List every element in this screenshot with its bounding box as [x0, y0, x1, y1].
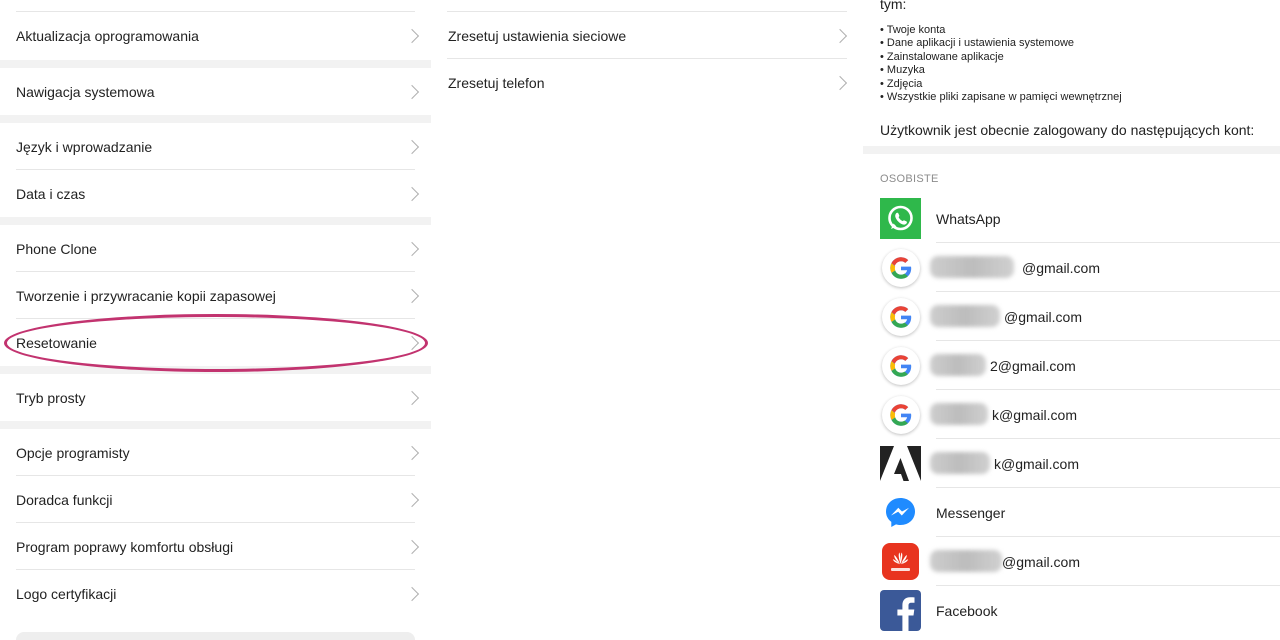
menu-item-feature-advisor[interactable]: Doradca funkcji	[0, 476, 431, 523]
list-item: Muzyka	[880, 64, 1122, 77]
account-row: @gmail.com	[863, 292, 1280, 341]
list-top-edge	[431, 0, 863, 12]
group-divider	[0, 60, 431, 68]
list-item: Dane aplikacji i ustawienia systemowe	[880, 37, 1122, 50]
account-row: k@gmail.com	[863, 439, 1280, 488]
menu-item-label: Tryb prosty	[16, 389, 86, 406]
account-row: @gmail.com	[863, 537, 1280, 586]
menu-item-backup-restore[interactable]: Tworzenie i przywracanie kopii zapasowej	[0, 272, 431, 319]
group-divider	[0, 366, 431, 374]
menu-item-label: Tworzenie i przywracanie kopii zapasowej	[16, 287, 276, 304]
google-icon	[880, 345, 921, 386]
google-icon	[880, 296, 921, 337]
google-icon	[880, 394, 921, 435]
menu-item-reset-network-settings[interactable]: Zresetuj ustawienia sieciowe	[431, 12, 863, 59]
account-row: Facebook	[863, 586, 1280, 635]
group-divider	[0, 115, 431, 123]
huawei-icon	[880, 541, 921, 582]
menu-item-label: Język i wprowadzanie	[16, 138, 153, 155]
menu-item-reset[interactable]: Resetowanie	[0, 319, 431, 366]
group-divider	[0, 421, 431, 429]
menu-item-label: Zresetuj telefon	[448, 74, 545, 91]
data-erase-list: Twoje konta Dane aplikacji i ustawienia …	[880, 24, 1122, 104]
account-row: Messenger	[863, 488, 1280, 537]
adobe-icon	[880, 443, 921, 484]
menu-item-language-input[interactable]: Język i wprowadzanie	[0, 123, 431, 170]
menu-item-label: Doradca funkcji	[16, 491, 113, 508]
facebook-icon	[880, 590, 921, 631]
account-name: Facebook	[936, 602, 998, 619]
group-divider	[0, 217, 431, 225]
menu-item-simple-mode[interactable]: Tryb prosty	[0, 374, 431, 421]
account-name: WhatsApp	[936, 210, 1001, 227]
menu-item-label: Data i czas	[16, 185, 86, 202]
reset-options-panel: Zresetuj ustawienia sieciowe Zresetuj te…	[431, 0, 863, 640]
menu-item-developer-options[interactable]: Opcje programisty	[0, 429, 431, 476]
whatsapp-icon	[880, 198, 921, 239]
account-email: k@gmail.com	[930, 402, 1077, 425]
list-top-edge	[0, 0, 431, 12]
group-divider	[863, 146, 1280, 154]
menu-item-label: Phone Clone	[16, 240, 97, 257]
menu-item-label: Resetowanie	[16, 334, 97, 351]
account-row: 2@gmail.com	[863, 341, 1280, 390]
menu-item-system-navigation[interactable]: Nawigacja systemowa	[0, 68, 431, 115]
account-email: 2@gmail.com	[930, 353, 1076, 376]
menu-item-label: Logo certyfikacji	[16, 585, 117, 602]
menu-item-label: Nawigacja systemowa	[16, 83, 155, 100]
account-email: @gmail.com	[930, 255, 1100, 278]
menu-item-label: Opcje programisty	[16, 444, 130, 461]
menu-item-software-update[interactable]: Aktualizacja oprogramowania	[0, 12, 431, 60]
account-email: @gmail.com	[930, 549, 1080, 572]
list-item: Wszystkie pliki zapisane w pamięci wewnę…	[880, 91, 1122, 104]
description-text: tym:	[880, 0, 907, 12]
menu-item-label: Aktualizacja oprogramowania	[16, 28, 199, 44]
menu-item-certification-logos[interactable]: Logo certyfikacji	[0, 570, 431, 617]
reset-phone-panel: tym: Twoje konta Dane aplikacji i ustawi…	[863, 0, 1280, 640]
menu-item-phone-clone[interactable]: Phone Clone	[0, 225, 431, 272]
menu-item-label: Zresetuj ustawienia sieciowe	[448, 27, 627, 44]
account-email: @gmail.com	[930, 304, 1082, 327]
account-row: @gmail.com	[863, 243, 1280, 292]
account-list: WhatsApp @gmail.com @gmail.com 2@gmail.c…	[863, 194, 1280, 635]
accounts-intro-text: Użytkownik jest obecnie zalogowany do na…	[880, 122, 1255, 138]
account-row: k@gmail.com	[863, 390, 1280, 439]
list-item: Twoje konta	[880, 24, 1122, 37]
account-name: Messenger	[936, 504, 1006, 521]
settings-system-panel: Aktualizacja oprogramowania Nawigacja sy…	[0, 0, 431, 640]
list-item: Zainstalowane aplikacje	[880, 51, 1122, 64]
menu-item-experience-program[interactable]: Program poprawy komfortu obsługi	[0, 523, 431, 570]
menu-item-date-time[interactable]: Data i czas	[0, 170, 431, 217]
menu-item-label: Program poprawy komfortu obsługi	[16, 538, 234, 555]
menu-item-reset-phone[interactable]: Zresetuj telefon	[431, 59, 863, 106]
messenger-icon	[880, 492, 921, 533]
account-row: WhatsApp	[863, 194, 1280, 243]
next-group-card-edge	[16, 632, 415, 640]
list-item: Zdjęcia	[880, 78, 1122, 91]
section-header: OSOBISTE	[880, 173, 939, 185]
account-email: k@gmail.com	[930, 451, 1079, 474]
google-icon	[880, 247, 921, 288]
